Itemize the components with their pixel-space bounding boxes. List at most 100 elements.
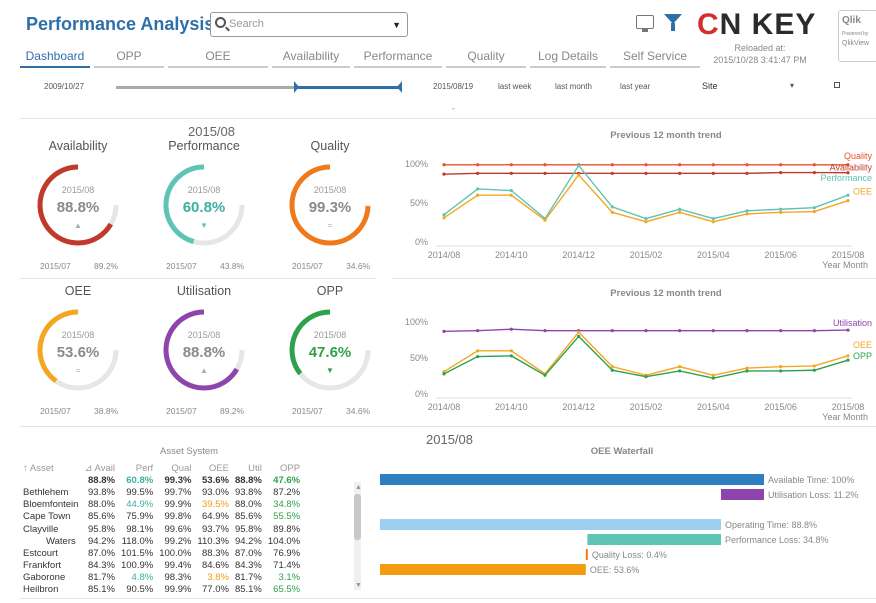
table-row[interactable]: Waters 94.2% 118.0% 99.2% 110.3% 94.2% 104.0% (20, 535, 303, 547)
table-row[interactable]: Gaborone 81.7% 4.8% 98.3% 3.8% 81.7% 3.1% (20, 572, 303, 584)
reload-info: Reloaded at: 2015/10/28 3:41:47 PM (700, 42, 820, 66)
table-cell: 98.3% (164, 572, 192, 584)
data-point (509, 171, 513, 175)
table-cell: 84.3% (234, 560, 262, 572)
data-point (610, 171, 614, 175)
series-label-performance: Performance (820, 173, 872, 183)
utilisation-gauge-period: 2015/08 (187, 330, 221, 340)
y-tick-label: 50% (410, 198, 428, 208)
table-row[interactable]: Frankfort 84.3% 100.9% 99.4% 84.6% 84.3% 71.4% (20, 560, 303, 572)
quick-last-week[interactable]: last week (498, 82, 531, 91)
y-tick-label: 100% (405, 317, 428, 327)
tab-log-details[interactable]: Log Details (530, 48, 606, 68)
monitor-icon[interactable] (636, 15, 654, 32)
data-point (442, 216, 446, 220)
column-header-opp[interactable]: OPP (265, 462, 303, 474)
x-tick-label: 2015/08 (832, 402, 865, 412)
data-point (678, 210, 682, 214)
opp-gauge-value: 47.6% (308, 344, 352, 361)
table-row[interactable]: Bloemfontein 88.0% 44.9% 99.9% 39.5% 88.0% 34.… (20, 499, 303, 511)
reloaded-time: 2015/10/28 3:41:47 PM (713, 55, 807, 65)
tab-quality[interactable]: Quality (446, 48, 526, 68)
data-point (812, 329, 816, 333)
trend-flat-icon: = (75, 366, 81, 375)
table-cell: 101.5% (120, 547, 154, 559)
scroll-down-icon[interactable]: ▼ (355, 582, 362, 589)
table-cell: Cape Town (23, 511, 71, 523)
data-point (846, 199, 850, 203)
table-row[interactable]: Estcourt 87.0% 101.5% 100.0% 88.3% 87.0% 76.9% (20, 547, 303, 559)
scroll-up-icon[interactable]: ▲ (355, 484, 362, 491)
y-tick-label: 100% (405, 159, 428, 169)
gauge-fill (289, 309, 331, 376)
table-cell: 99.7% (164, 486, 192, 498)
table-cell: 85.6% (88, 511, 115, 523)
trend-up-icon: ▲ (74, 221, 82, 230)
table-cell: 81.7% (234, 572, 262, 584)
column-header-avail[interactable]: ⊿ Avail (81, 462, 118, 474)
data-point (543, 329, 547, 333)
filter-icon[interactable] (664, 14, 682, 31)
tab-self-service[interactable]: Self Service (610, 48, 700, 68)
opp-prev-value: 34.6% (346, 406, 371, 416)
data-point (745, 212, 749, 216)
data-point (644, 375, 648, 379)
table-row[interactable]: Clayville 95.8% 98.1% 99.6% 93.7% 95.8% 89.8% (20, 523, 303, 535)
column-header-qual[interactable]: Qual (156, 462, 194, 474)
table-cell: 44.9% (126, 499, 154, 511)
table-cell: Waters (46, 535, 76, 547)
performance-gauge-title: Performance (168, 139, 240, 153)
waterfall-label: Available Time: 100% (768, 475, 854, 485)
series-line-oee (443, 173, 849, 223)
table-cell: 88.0% (234, 499, 262, 511)
quick-last-year[interactable]: last year (620, 82, 650, 91)
data-point (779, 365, 783, 369)
data-point (509, 193, 513, 197)
quality-prev-value: 34.6% (346, 261, 371, 271)
table-cell: 76.9% (273, 547, 301, 559)
table-cell: 65.5% (273, 584, 301, 596)
table-cell: 88.8% (88, 474, 115, 486)
data-point (779, 210, 783, 214)
oee-prev-value: 38.8% (94, 406, 119, 416)
quality-gauge-period: 2015/08 (313, 185, 347, 195)
column-header-perf[interactable]: Perf (118, 462, 156, 474)
x-tick-label: 2015/04 (697, 402, 730, 412)
quick-last-month[interactable]: last month (555, 82, 592, 91)
data-point (779, 170, 783, 175)
x-tick-label: 2015/06 (764, 402, 797, 412)
table-cell: 60.8% (126, 474, 154, 486)
qlik-logo: Qlik Powered by QlikView (838, 10, 876, 62)
data-point (610, 329, 614, 333)
table-cell: 71.4% (273, 560, 301, 572)
trend-down-icon: ▼ (326, 366, 334, 375)
data-point (779, 369, 783, 373)
opp-gauge-period: 2015/08 (313, 330, 347, 340)
table-scrollbar[interactable] (354, 482, 361, 590)
table-cell: 84.6% (202, 560, 229, 572)
site-checkbox[interactable] (834, 82, 840, 88)
x-tick-label: 2014/10 (495, 250, 528, 260)
table-cell: Gaborone (23, 572, 66, 584)
x-axis-label: Year Month (822, 412, 868, 422)
table-cell: 95.8% (234, 523, 262, 535)
scrollbar-thumb[interactable] (354, 494, 361, 540)
column-header-asset[interactable]: ↑ Asset (20, 462, 81, 474)
performance-gauge-value: 60.8% (182, 199, 226, 216)
table-cell: 75.9% (126, 511, 154, 523)
utilisation-prev-period: 2015/07 (166, 406, 197, 416)
table-row[interactable]: Cape Town 85.6% 75.9% 99.8% 64.9% 85.6% 55.5% (20, 511, 303, 523)
data-point (678, 163, 682, 167)
chevron-down-icon[interactable]: ▼ (392, 20, 401, 30)
waterfall-bar-quality-loss (585, 549, 588, 560)
data-point (509, 354, 513, 358)
table-row[interactable]: Bethlehem 93.8% 99.5% 99.7% 93.0% 93.8% 87.2% (20, 486, 303, 498)
column-header-util[interactable]: Util (232, 462, 265, 474)
data-point (644, 329, 648, 333)
data-point (745, 163, 749, 167)
site-dropdown-icon[interactable]: ▾ (790, 81, 794, 90)
slider-handle-right[interactable] (397, 81, 402, 93)
table-row[interactable]: Heilbron 85.1% 90.5% 99.9% 77.0% 85.1% 65.5% (20, 584, 303, 596)
column-header-oee[interactable]: OEE (194, 462, 232, 474)
table-cell: 3.1% (278, 572, 301, 584)
